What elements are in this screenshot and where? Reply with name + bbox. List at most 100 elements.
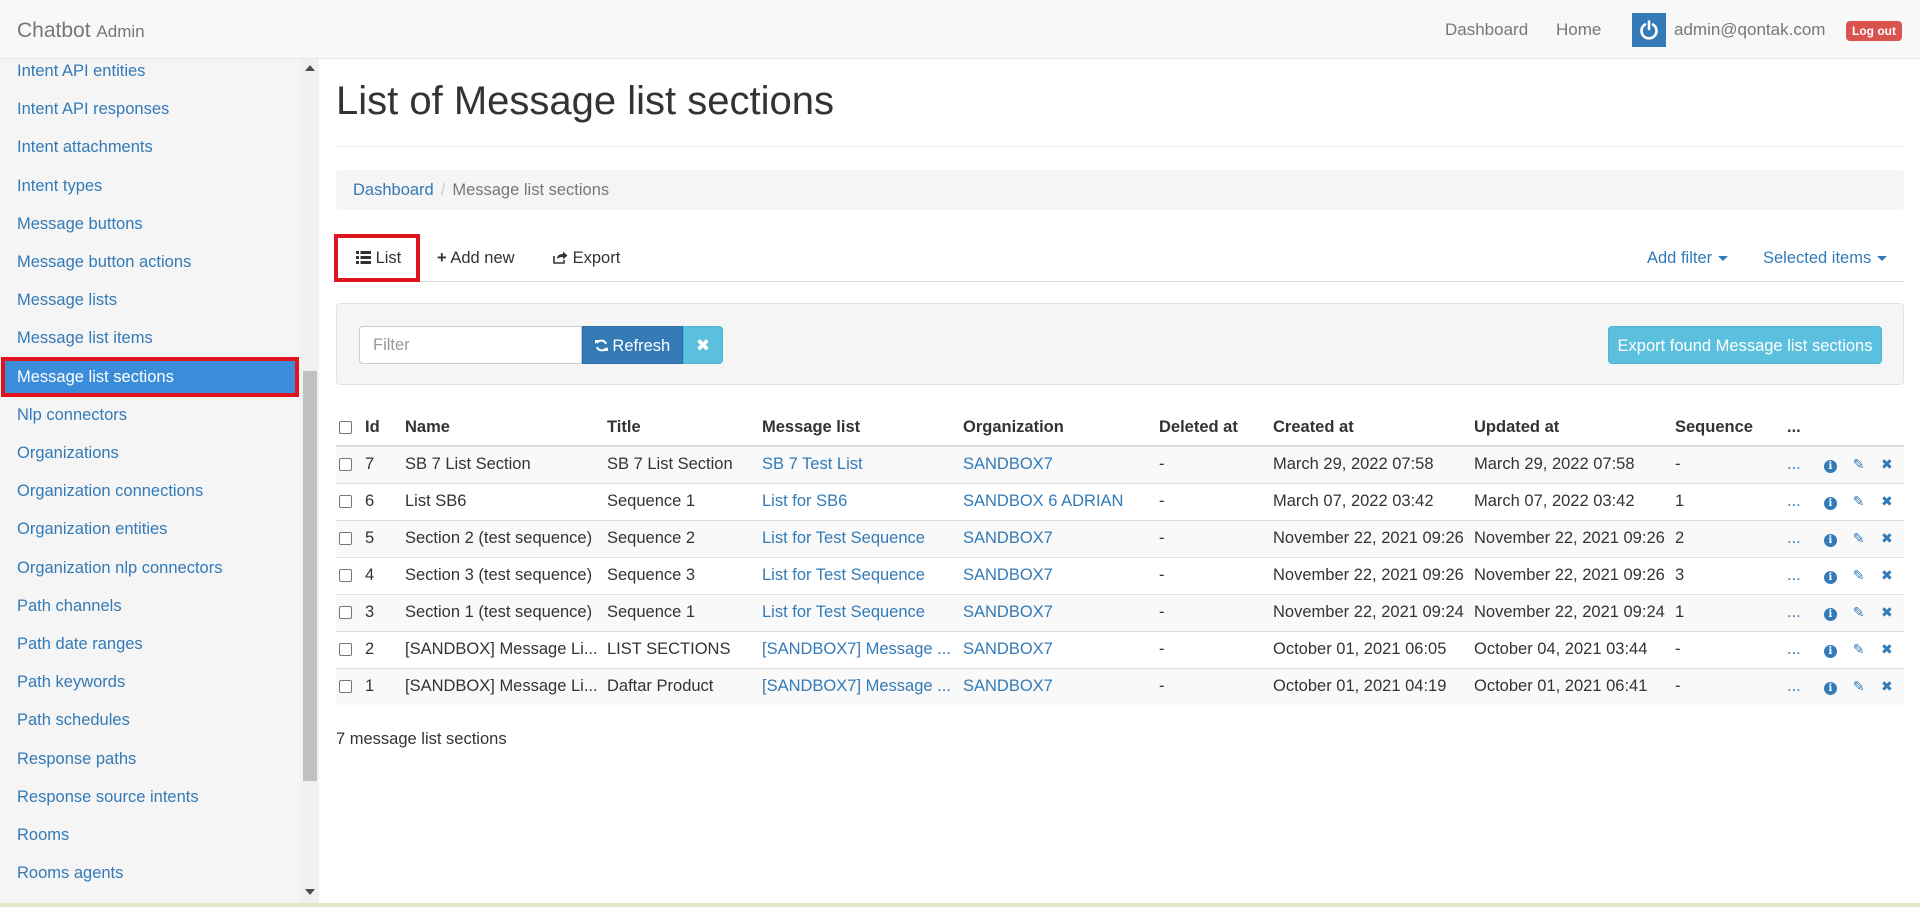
row-checkbox-cell[interactable] bbox=[336, 482, 362, 520]
message-list-link[interactable]: List for Test Sequence bbox=[762, 529, 925, 547]
scroll-down-arrow-icon[interactable] bbox=[305, 889, 315, 895]
col-organization[interactable]: Organization bbox=[960, 409, 1156, 447]
row-checkbox-cell[interactable] bbox=[336, 519, 362, 557]
sidebar-item-rooms-agents[interactable]: Rooms agents bbox=[2, 854, 298, 892]
brand[interactable]: Chatbot Admin bbox=[17, 19, 145, 43]
sidebar-item-organizations[interactable]: Organizations bbox=[2, 434, 298, 472]
selected-items-dropdown[interactable]: Selected items bbox=[1763, 234, 1888, 282]
sidebar-item-intent-api-responses[interactable]: Intent API responses bbox=[2, 90, 298, 128]
select-all-checkbox-cell[interactable] bbox=[336, 409, 362, 447]
close-icon[interactable]: ✖ bbox=[1873, 493, 1901, 510]
sidebar-item-intent-attachments[interactable]: Intent attachments bbox=[2, 128, 298, 166]
message-list-link[interactable]: SB 7 Test List bbox=[762, 455, 863, 473]
row-checkbox[interactable] bbox=[339, 606, 352, 620]
nav-home-link[interactable]: Home bbox=[1556, 20, 1601, 40]
sidebar-item-path-schedules[interactable]: Path schedules bbox=[2, 701, 298, 739]
pencil-icon[interactable]: ✎ bbox=[1844, 567, 1872, 584]
col-id[interactable]: Id bbox=[362, 409, 402, 447]
organization-link[interactable]: SANDBOX7 bbox=[963, 566, 1053, 584]
organization-link[interactable]: SANDBOX7 bbox=[963, 603, 1053, 621]
row-checkbox[interactable] bbox=[339, 532, 352, 546]
refresh-button[interactable]: Refresh bbox=[582, 326, 683, 364]
table-row[interactable]: 5 Section 2 (test sequence) Sequence 2 List… bbox=[336, 519, 1904, 557]
more-link[interactable]: ... bbox=[1787, 566, 1816, 585]
sidebar-item-path-channels[interactable]: Path channels bbox=[2, 587, 298, 625]
col-message-list[interactable]: Message list bbox=[759, 409, 960, 447]
sidebar-item-intent-types[interactable]: Intent types bbox=[2, 167, 298, 205]
row-checkbox-cell[interactable] bbox=[336, 593, 362, 631]
export-found-button[interactable]: Export found Message list sections bbox=[1608, 326, 1882, 364]
pencil-icon[interactable]: ✎ bbox=[1844, 678, 1872, 695]
close-icon[interactable]: ✖ bbox=[1873, 530, 1901, 547]
tab-add-new[interactable]: + Add new bbox=[437, 234, 515, 282]
sidebar-item-response-paths[interactable]: Response paths bbox=[2, 740, 298, 778]
col-deleted-at[interactable]: Deleted at bbox=[1156, 409, 1270, 447]
close-icon[interactable]: ✖ bbox=[1873, 456, 1901, 473]
more-link[interactable]: ... bbox=[1787, 640, 1816, 659]
message-list-link[interactable]: List for Test Sequence bbox=[762, 566, 925, 584]
sidebar-item-organization-nlp-connectors[interactable]: Organization nlp connectors bbox=[2, 549, 298, 587]
more-link[interactable]: ... bbox=[1787, 492, 1816, 511]
nav-dashboard-link[interactable]: Dashboard bbox=[1445, 20, 1528, 40]
scroll-up-arrow-icon[interactable] bbox=[305, 65, 315, 71]
sidebar-scrollbar[interactable] bbox=[300, 59, 319, 907]
table-row[interactable]: 2 [SANDBOX] Message Li... LIST SECTIONS [SA… bbox=[336, 630, 1904, 668]
more-link[interactable]: ... bbox=[1787, 677, 1816, 696]
close-icon[interactable]: ✖ bbox=[1873, 641, 1901, 658]
sidebar-item-message-list-sections[interactable]: Message list sections bbox=[1, 356, 299, 397]
col-updated-at[interactable]: Updated at bbox=[1471, 409, 1672, 447]
row-checkbox-cell[interactable] bbox=[336, 667, 362, 705]
add-filter-dropdown[interactable]: Add filter bbox=[1647, 234, 1729, 282]
filter-input[interactable] bbox=[359, 326, 582, 364]
close-icon[interactable]: ✖ bbox=[1873, 567, 1901, 584]
more-link[interactable]: ... bbox=[1787, 455, 1816, 474]
logout-button[interactable]: Log out bbox=[1846, 21, 1902, 41]
organization-link[interactable]: SANDBOX7 bbox=[963, 640, 1053, 658]
sidebar-item-response-source-intents[interactable]: Response source intents bbox=[2, 778, 298, 816]
row-checkbox[interactable] bbox=[339, 495, 352, 509]
sidebar-item-message-list-items[interactable]: Message list items bbox=[2, 319, 298, 357]
info-icon[interactable]: i bbox=[1816, 567, 1844, 584]
col-created-at[interactable]: Created at bbox=[1270, 409, 1471, 447]
pencil-icon[interactable]: ✎ bbox=[1844, 530, 1872, 547]
message-list-link[interactable]: List for SB6 bbox=[762, 492, 847, 510]
message-list-link[interactable]: [SANDBOX7] Message ... bbox=[762, 677, 951, 695]
close-icon[interactable]: ✖ bbox=[1873, 678, 1901, 695]
info-icon[interactable]: i bbox=[1816, 493, 1844, 510]
sidebar-item-path-keywords[interactable]: Path keywords bbox=[2, 663, 298, 701]
pencil-icon[interactable]: ✎ bbox=[1844, 493, 1872, 510]
organization-link[interactable]: SANDBOX 6 ADRIAN bbox=[963, 492, 1123, 510]
table-row[interactable]: 4 Section 3 (test sequence) Sequence 3 List… bbox=[336, 556, 1904, 594]
sidebar-item-rooms[interactable]: Rooms bbox=[2, 816, 298, 854]
sidebar-item-path-date-ranges[interactable]: Path date ranges bbox=[2, 625, 298, 663]
info-icon[interactable]: i bbox=[1816, 678, 1844, 696]
sidebar-item-intent-api-entities[interactable]: Intent API entities bbox=[2, 52, 298, 90]
sidebar-item-message-button-actions[interactable]: Message button actions bbox=[2, 243, 298, 281]
row-checkbox-cell[interactable] bbox=[336, 630, 362, 668]
more-link[interactable]: ... bbox=[1787, 529, 1816, 548]
message-list-link[interactable]: List for Test Sequence bbox=[762, 603, 925, 621]
close-icon[interactable]: ✖ bbox=[1873, 604, 1901, 621]
breadcrumb-dashboard-link[interactable]: Dashboard bbox=[353, 181, 434, 199]
pencil-icon[interactable]: ✎ bbox=[1844, 604, 1872, 621]
row-checkbox[interactable] bbox=[339, 569, 352, 583]
user-menu[interactable]: admin@qontak.com bbox=[1632, 13, 1825, 47]
sidebar-item-message-lists[interactable]: Message lists bbox=[2, 281, 298, 319]
organization-link[interactable]: SANDBOX7 bbox=[963, 677, 1053, 695]
organization-link[interactable]: SANDBOX7 bbox=[963, 455, 1053, 473]
organization-link[interactable]: SANDBOX7 bbox=[963, 529, 1053, 547]
sidebar-item-message-buttons[interactable]: Message buttons bbox=[2, 205, 298, 243]
info-icon[interactable]: i bbox=[1816, 641, 1844, 658]
row-checkbox-cell[interactable] bbox=[336, 556, 362, 594]
pencil-icon[interactable]: ✎ bbox=[1844, 456, 1872, 473]
col-sequence[interactable]: Sequence bbox=[1672, 409, 1784, 447]
tab-list[interactable]: List bbox=[334, 234, 420, 282]
table-row[interactable]: 3 Section 1 (test sequence) Sequence 1 List… bbox=[336, 593, 1904, 631]
sidebar-item-organization-entities[interactable]: Organization entities bbox=[2, 510, 298, 548]
row-checkbox[interactable] bbox=[339, 643, 352, 657]
pencil-icon[interactable]: ✎ bbox=[1844, 641, 1872, 658]
message-list-link[interactable]: [SANDBOX7] Message ... bbox=[762, 640, 951, 658]
info-icon[interactable]: i bbox=[1816, 530, 1844, 547]
tab-export[interactable]: Export bbox=[553, 234, 620, 282]
row-checkbox[interactable] bbox=[339, 458, 352, 472]
